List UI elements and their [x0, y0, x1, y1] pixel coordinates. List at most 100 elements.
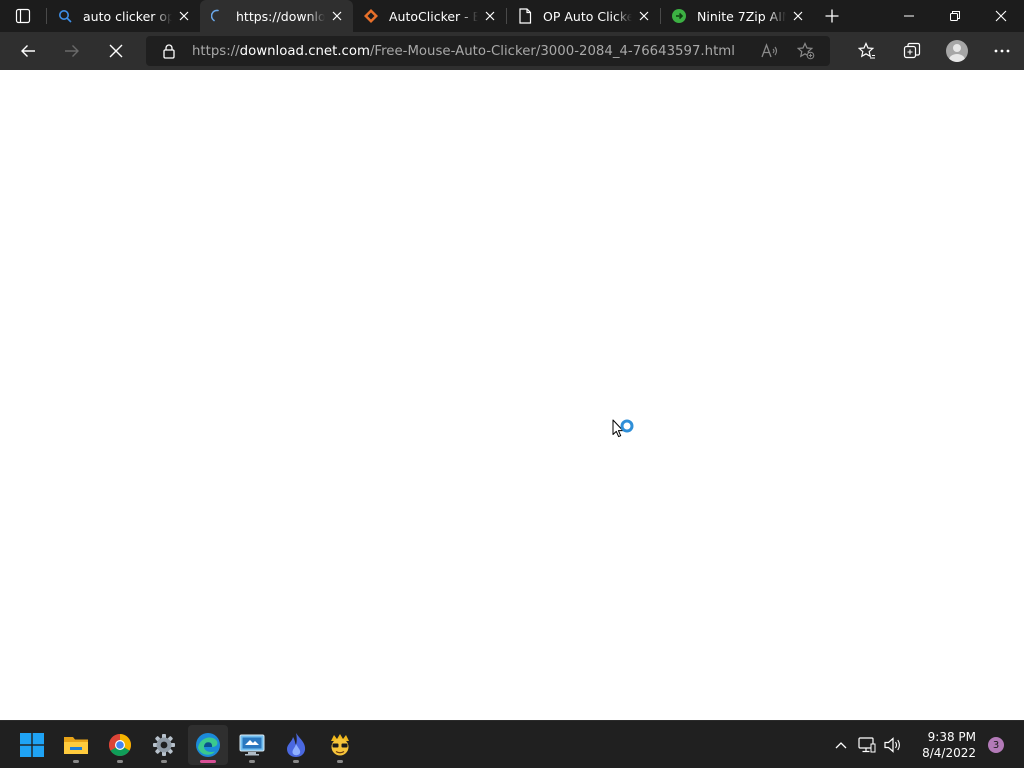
arrow-left-icon [21, 45, 35, 57]
back-button[interactable] [8, 35, 48, 67]
new-tab-button[interactable] [814, 0, 850, 32]
tab-op-auto-clicker[interactable]: OP Auto Clicker [507, 0, 660, 32]
windows-start-icon [20, 733, 44, 757]
chevron-up-icon [835, 742, 847, 749]
favorites-button[interactable] [844, 35, 889, 67]
avatar [945, 40, 968, 62]
busy-cursor-icon [612, 419, 634, 438]
read-aloud-icon [761, 43, 778, 58]
close-icon [793, 11, 803, 21]
tab-title: Ninite 7Zip AIM [697, 8, 786, 24]
running-indicator [161, 760, 167, 763]
clock-time: 9:38 PM [927, 730, 976, 744]
forward-button[interactable] [52, 35, 92, 67]
taskbar-edge[interactable] [188, 725, 228, 765]
autoclicker-logo-icon [363, 8, 379, 24]
app-character-icon [331, 734, 349, 756]
taskbar-app-flame[interactable] [276, 725, 316, 765]
address-bar[interactable]: https://download.cnet.com/Free-Mouse-Aut… [146, 36, 830, 66]
notification-badge[interactable]: 3 [988, 737, 1004, 753]
restore-icon [950, 11, 960, 21]
collections-button[interactable] [889, 35, 934, 67]
chrome-icon [109, 734, 131, 756]
address-bar-actions [752, 36, 824, 66]
tab-ninite[interactable]: Ninite 7Zip AIM [661, 0, 814, 32]
taskbar-remote-desktop[interactable] [232, 725, 272, 765]
edge-icon [196, 733, 220, 757]
running-indicator [117, 760, 123, 763]
close-tab-button[interactable] [325, 4, 349, 28]
url-path: /Free-Mouse-Auto-Clicker/3000-2084_4-766… [369, 43, 735, 59]
collections-icon [903, 42, 920, 59]
tab-download-cnet[interactable]: https://download. [200, 0, 353, 32]
app-flame-icon [287, 733, 306, 757]
close-tab-button[interactable] [786, 4, 810, 28]
ninite-logo-icon [671, 8, 687, 24]
close-icon [179, 11, 189, 21]
taskbar-settings[interactable] [144, 725, 184, 765]
running-indicator [249, 760, 255, 763]
toolbar-right [844, 32, 1024, 70]
plus-icon [825, 9, 839, 23]
browser-toolbar: https://download.cnet.com/Free-Mouse-Aut… [0, 32, 1024, 70]
tab-actions-button[interactable] [0, 0, 46, 32]
page-content [0, 70, 1024, 720]
restore-button[interactable] [932, 0, 978, 32]
profile-button[interactable] [934, 35, 979, 67]
more-horizontal-icon [994, 49, 1009, 53]
close-tab-button[interactable] [478, 4, 502, 28]
url-text[interactable]: https://download.cnet.com/Free-Mouse-Aut… [192, 44, 735, 59]
tab-autoclicker[interactable]: AutoClicker - Bn [353, 0, 506, 32]
star-add-icon [797, 42, 815, 60]
taskbar: 9:38 PM 8/4/2022 3 [0, 720, 1024, 768]
search-icon [57, 8, 73, 24]
tab-actions-icon [15, 8, 31, 24]
tab-strip: auto clicker op - https://download. Auto… [0, 0, 1024, 32]
minimize-button[interactable] [886, 0, 932, 32]
taskbar-clock[interactable]: 9:38 PM 8/4/2022 [912, 729, 976, 761]
close-window-button[interactable] [978, 0, 1024, 32]
close-icon [109, 44, 123, 58]
stop-loading-button[interactable] [96, 35, 136, 67]
start-button[interactable] [12, 725, 52, 765]
tab-title: OP Auto Clicker [543, 8, 632, 24]
taskbar-file-explorer[interactable] [56, 725, 96, 765]
favorites-star-icon [857, 42, 875, 59]
clock-date: 8/4/2022 [922, 746, 976, 760]
close-tab-button[interactable] [172, 4, 196, 28]
taskbar-app-character[interactable] [320, 725, 360, 765]
url-scheme: https:// [192, 43, 240, 59]
close-icon [639, 11, 649, 21]
tab-title: AutoClicker - Bn [389, 8, 478, 24]
window-controls [886, 0, 1024, 32]
settings-icon [153, 734, 175, 756]
close-icon [995, 10, 1007, 22]
running-indicator [293, 760, 299, 763]
url-host: download.cnet.com [239, 43, 370, 59]
file-explorer-icon [64, 737, 88, 754]
taskbar-chrome[interactable] [100, 725, 140, 765]
speaker-icon [884, 737, 900, 753]
tab-search[interactable]: auto clicker op - [47, 0, 200, 32]
close-tab-button[interactable] [632, 4, 656, 28]
settings-more-button[interactable] [979, 35, 1024, 67]
network-icon [858, 737, 876, 753]
minimize-icon [904, 15, 914, 17]
read-aloud-button[interactable] [752, 36, 788, 66]
volume-button[interactable] [880, 725, 906, 765]
remote-desktop-icon [239, 734, 265, 756]
close-icon [485, 11, 495, 21]
running-indicator [73, 760, 79, 763]
running-indicator [337, 760, 343, 763]
arrow-right-icon [65, 45, 79, 57]
tab-title: auto clicker op - [83, 8, 172, 24]
close-icon [332, 11, 342, 21]
show-hidden-icons-button[interactable] [828, 725, 854, 765]
lock-icon[interactable] [154, 36, 184, 66]
document-icon [517, 8, 533, 24]
add-favorite-button[interactable] [788, 36, 824, 66]
network-button[interactable] [854, 725, 880, 765]
active-indicator [200, 760, 216, 763]
loading-spinner-icon [210, 8, 226, 24]
system-tray: 9:38 PM 8/4/2022 3 [828, 721, 1024, 769]
